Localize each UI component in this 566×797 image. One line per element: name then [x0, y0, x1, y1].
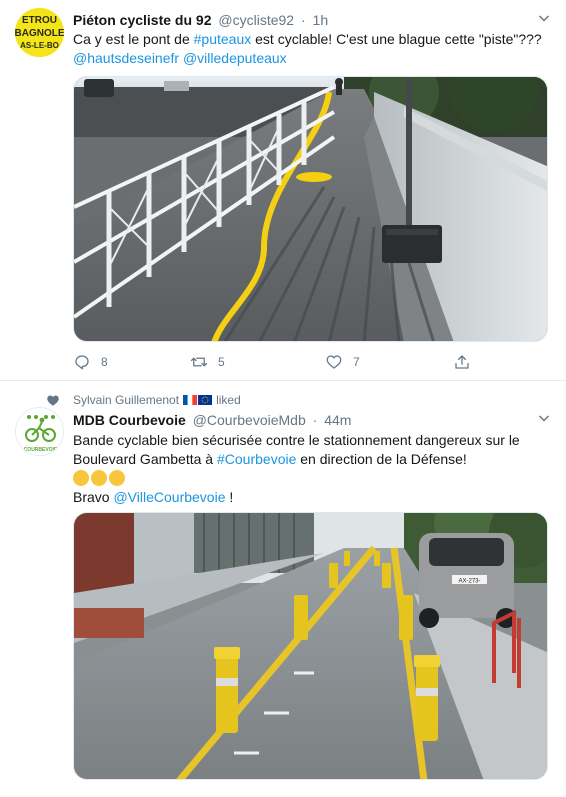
avatar-text-1: ETROU: [22, 15, 57, 26]
timestamp[interactable]: 44m: [324, 412, 351, 428]
tweet-header: MDB Courbevoie @CourbevoieMdb · 44m: [73, 412, 351, 428]
display-name[interactable]: Piéton cycliste du 92: [73, 12, 212, 28]
tweet-header: Piéton cycliste du 92 @cycliste92 · 1h: [73, 12, 328, 28]
hashtag-link[interactable]: #puteaux: [194, 31, 252, 47]
reply-icon: [75, 355, 89, 370]
mention-link[interactable]: @villedeputeaux: [183, 50, 287, 66]
avatar[interactable]: COURBEVOIE: [15, 407, 64, 456]
license-plate-text: AX-273-: [458, 579, 480, 585]
emoji-row: [73, 470, 127, 486]
tweet-2[interactable]: Sylvain Guillemenot liked COURBEVOIE MDB…: [0, 381, 566, 797]
social-context: Sylvain Guillemenot liked: [73, 393, 241, 407]
avatar-text: COURBEVOIE: [24, 447, 58, 453]
tweet-text-part: en direction de la Défense!: [296, 451, 467, 467]
handle[interactable]: @cycliste92: [218, 12, 294, 28]
tweet-text: Ca y est le pont de #puteaux est cyclabl…: [73, 30, 548, 68]
tweet-text-part: est cyclable! C'est une blague cette "pi…: [251, 31, 542, 47]
retweet-icon: [190, 357, 208, 367]
avatar-text-2: BAGNOLE: [15, 28, 64, 39]
tweet-photo[interactable]: [73, 76, 548, 342]
mention-link[interactable]: @VilleCourbevoie: [113, 489, 225, 505]
heart-icon: [47, 395, 59, 406]
share-button[interactable]: [453, 352, 471, 372]
mention-link[interactable]: @hautsdeseinefr: [73, 50, 179, 66]
france-flag-icon: [183, 395, 198, 405]
avatar[interactable]: ETROU BAGNOLE AS-LE-BO: [15, 8, 64, 57]
retweet-button[interactable]: 5: [190, 352, 225, 372]
eu-flag-icon: [198, 395, 213, 405]
display-name[interactable]: MDB Courbevoie: [73, 412, 186, 428]
tweet-1[interactable]: ETROU BAGNOLE AS-LE-BO Piéton cycliste d…: [0, 0, 566, 381]
clapping-hands-emoji: [109, 470, 125, 486]
clapping-hands-emoji: [73, 470, 89, 486]
avatar-text-3: AS-LE-BO: [20, 41, 59, 50]
tweet-text-part: Bravo: [73, 489, 114, 505]
tweet-photo[interactable]: AX-273-: [73, 512, 548, 780]
chevron-down-icon[interactable]: [538, 412, 550, 424]
timestamp[interactable]: 1h: [313, 12, 329, 28]
separator: ·: [300, 12, 306, 28]
separator: ·: [312, 412, 318, 428]
tweet-text-part: Ca y est le pont de: [73, 31, 194, 47]
chevron-down-icon[interactable]: [538, 12, 550, 24]
reply-count: 8: [101, 355, 108, 369]
social-context-action: liked: [216, 393, 241, 407]
tweet-actions: 8 5 7: [73, 352, 473, 374]
reply-button[interactable]: 8: [73, 352, 108, 372]
tweet-text-part: !: [225, 489, 234, 505]
retweet-count: 5: [218, 355, 225, 369]
like-count: 7: [353, 355, 360, 369]
tweet-text: Bande cyclable bien sécurisée contre le …: [73, 431, 548, 507]
heart-icon: [326, 355, 342, 369]
social-context-name[interactable]: Sylvain Guillemenot: [73, 393, 179, 407]
handle[interactable]: @CourbevoieMdb: [193, 412, 306, 428]
hashtag-link[interactable]: #Courbevoie: [217, 451, 296, 467]
share-icon: [455, 355, 469, 369]
clapping-hands-emoji: [91, 470, 107, 486]
like-button[interactable]: 7: [325, 352, 360, 372]
